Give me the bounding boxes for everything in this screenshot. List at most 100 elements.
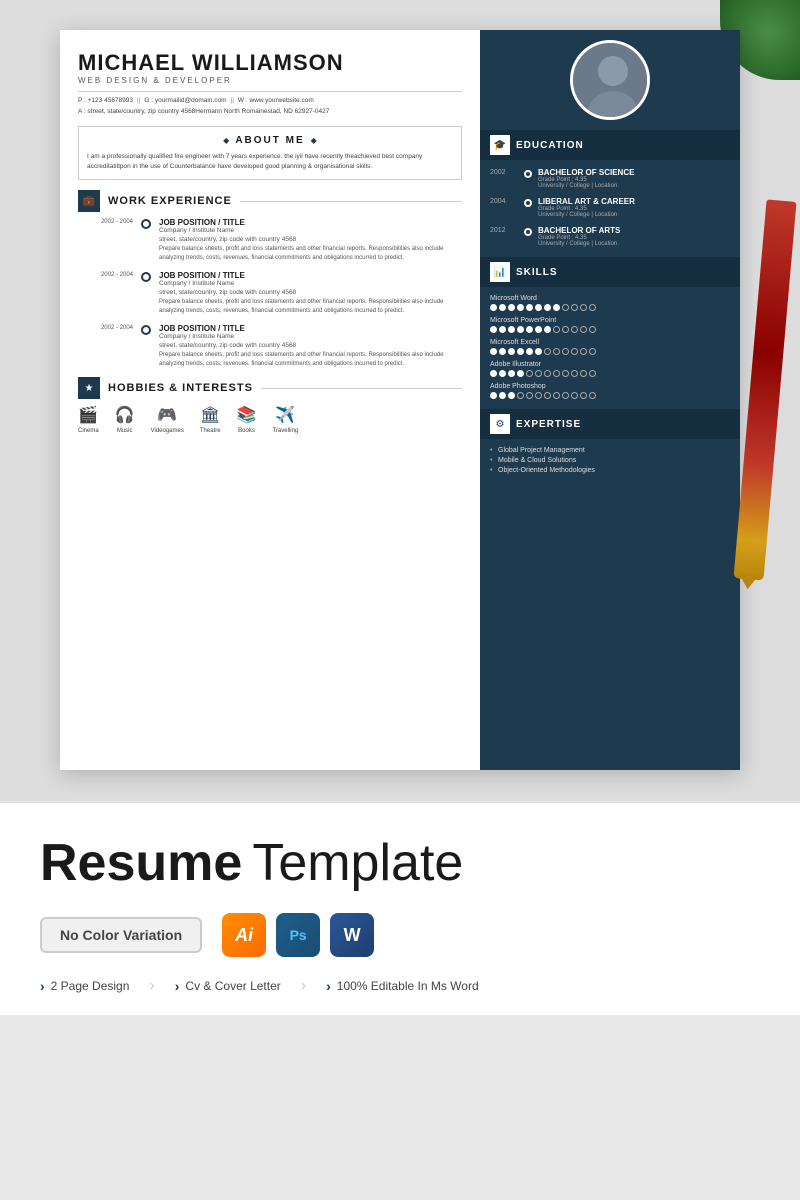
dot — [571, 304, 578, 311]
dot — [571, 370, 578, 377]
dot — [490, 304, 497, 311]
feature-cv: › Cv & Cover Letter — [175, 978, 281, 994]
feature-text-1: 2 Page Design — [51, 979, 130, 993]
contact-info: P : +123 45678993 || G : yourmailid@doma… — [78, 91, 462, 118]
hobby-music: 🎧 Music — [115, 405, 135, 434]
dot — [580, 304, 587, 311]
books-label: Books — [238, 428, 255, 434]
dot — [571, 392, 578, 399]
edu-dot-1 — [524, 170, 532, 178]
work-content-3: JOB POSITION / TITLE Company / Institute… — [159, 324, 462, 369]
skill-name-4: Adobe Illustrator — [490, 361, 730, 368]
work-entry-2: 2002 - 2004 JOB POSITION / TITLE Company… — [78, 271, 462, 316]
about-diamond-right: ◆ — [311, 136, 317, 145]
dot — [571, 348, 578, 355]
work-desc-1: Prepare balance sheets, profit and loss … — [159, 245, 462, 263]
work-company-2: Company / Institute Name — [159, 280, 462, 287]
dot — [553, 348, 560, 355]
dot — [562, 348, 569, 355]
dot — [580, 370, 587, 377]
resume-left-column: MICHAEL WILLIAMSON WEB DESIGN & DEVELOPE… — [60, 30, 480, 770]
expertise-item-1: Global Project Management — [490, 447, 730, 454]
contact-phone-line: P : +123 45678993 || G : yourmailid@doma… — [78, 96, 462, 106]
dot — [535, 348, 542, 355]
edu-location-3: University / College | Location — [538, 241, 730, 247]
skills-title: SKILLS — [516, 267, 558, 278]
dot — [544, 304, 551, 311]
dot — [553, 392, 560, 399]
no-color-badge: No Color Variation — [40, 917, 202, 953]
dot — [580, 348, 587, 355]
dot — [490, 326, 497, 333]
arrow-icon-2: › — [175, 978, 180, 994]
dot — [526, 370, 533, 377]
dot — [589, 392, 596, 399]
hobbies-icon-box: ★ — [78, 377, 100, 399]
skill-name-1: Microsoft Word — [490, 295, 730, 302]
work-content-2: JOB POSITION / TITLE Company / Institute… — [159, 271, 462, 316]
music-label: Music — [117, 428, 133, 434]
edu-degree-1: BACHELOR OF SCIENCE — [538, 168, 730, 177]
work-date-2: 2002 - 2004 — [78, 271, 133, 316]
dot — [544, 326, 551, 333]
work-dot-1 — [141, 219, 151, 229]
hobbies-header: ★ HOBBIES & INTERESTS — [78, 377, 462, 399]
dot — [508, 326, 515, 333]
graduation-icon: 🎓 — [494, 140, 506, 151]
edu-location-2: University / College | Location — [538, 212, 730, 218]
dot — [589, 326, 596, 333]
resume-card: MICHAEL WILLIAMSON WEB DESIGN & DEVELOPE… — [60, 30, 740, 770]
dot — [535, 326, 542, 333]
hobby-cinema: 🎬 Cinema — [78, 405, 99, 434]
arrow-icon-3: › — [326, 978, 331, 994]
expertise-section-header: ⚙ EXPERTISE — [480, 409, 740, 439]
about-title: ABOUT ME — [235, 135, 304, 146]
dot — [562, 392, 569, 399]
work-date-3: 2002 - 2004 — [78, 324, 133, 369]
dot — [562, 370, 569, 377]
work-address-1: street, state/country, zip code with cou… — [159, 236, 462, 243]
profile-photo-area — [480, 30, 740, 120]
dot — [535, 370, 542, 377]
pen-decoration — [733, 199, 796, 580]
about-diamond-left: ◆ — [223, 136, 229, 145]
feature-text-3: 100% Editable In Ms Word — [337, 979, 479, 993]
heading-light: Template — [252, 833, 463, 893]
email-text: G : yourmailid@domain.com — [144, 96, 226, 106]
feature-text-2: Cv & Cover Letter — [185, 979, 280, 993]
dot — [499, 326, 506, 333]
education-title: EDUCATION — [516, 140, 584, 151]
skill-dots-2 — [490, 326, 730, 333]
dot — [553, 370, 560, 377]
cinema-label: Cinema — [78, 428, 99, 434]
photoshop-icon: Ps — [276, 913, 320, 957]
hobby-theatre: 🏛 Theatre — [200, 405, 221, 434]
dot — [499, 304, 506, 311]
work-desc-2: Prepare balance sheets, profit and loss … — [159, 298, 462, 316]
skill-dots-5 — [490, 392, 730, 399]
dot — [580, 326, 587, 333]
feature-2page: › 2 Page Design — [40, 978, 129, 994]
dot — [517, 326, 524, 333]
dot — [508, 392, 515, 399]
edu-degree-2: LIBERAL ART & CAREER — [538, 197, 730, 206]
dot — [544, 348, 551, 355]
edu-location-1: University / College | Location — [538, 183, 730, 189]
skill-1: Microsoft Word — [490, 295, 730, 311]
candidate-name: MICHAEL WILLIAMSON — [78, 50, 462, 76]
illustrator-icon: Ai — [222, 913, 266, 957]
about-section: ◆ ABOUT ME ◆ I am a professionally quali… — [78, 126, 462, 181]
phone-text: P : +123 45678993 — [78, 96, 133, 106]
expertise-item-3: Object-Oriented Methodologies — [490, 467, 730, 474]
chart-icon: 📊 — [494, 267, 506, 278]
hobby-travelling: ✈️ Travelling — [272, 405, 298, 434]
work-date-1: 2002 - 2004 — [78, 218, 133, 263]
skill-dots-3 — [490, 348, 730, 355]
work-company-1: Company / Institute Name — [159, 227, 462, 234]
skill-5: Adobe Photoshop — [490, 383, 730, 399]
arrow-icon-1: › — [40, 978, 45, 994]
feature-separator-2: › — [301, 977, 306, 995]
feature-separator-1: › — [149, 977, 154, 995]
theatre-icon: 🏛 — [200, 405, 220, 425]
work-entry-3: 2002 - 2004 JOB POSITION / TITLE Company… — [78, 324, 462, 369]
